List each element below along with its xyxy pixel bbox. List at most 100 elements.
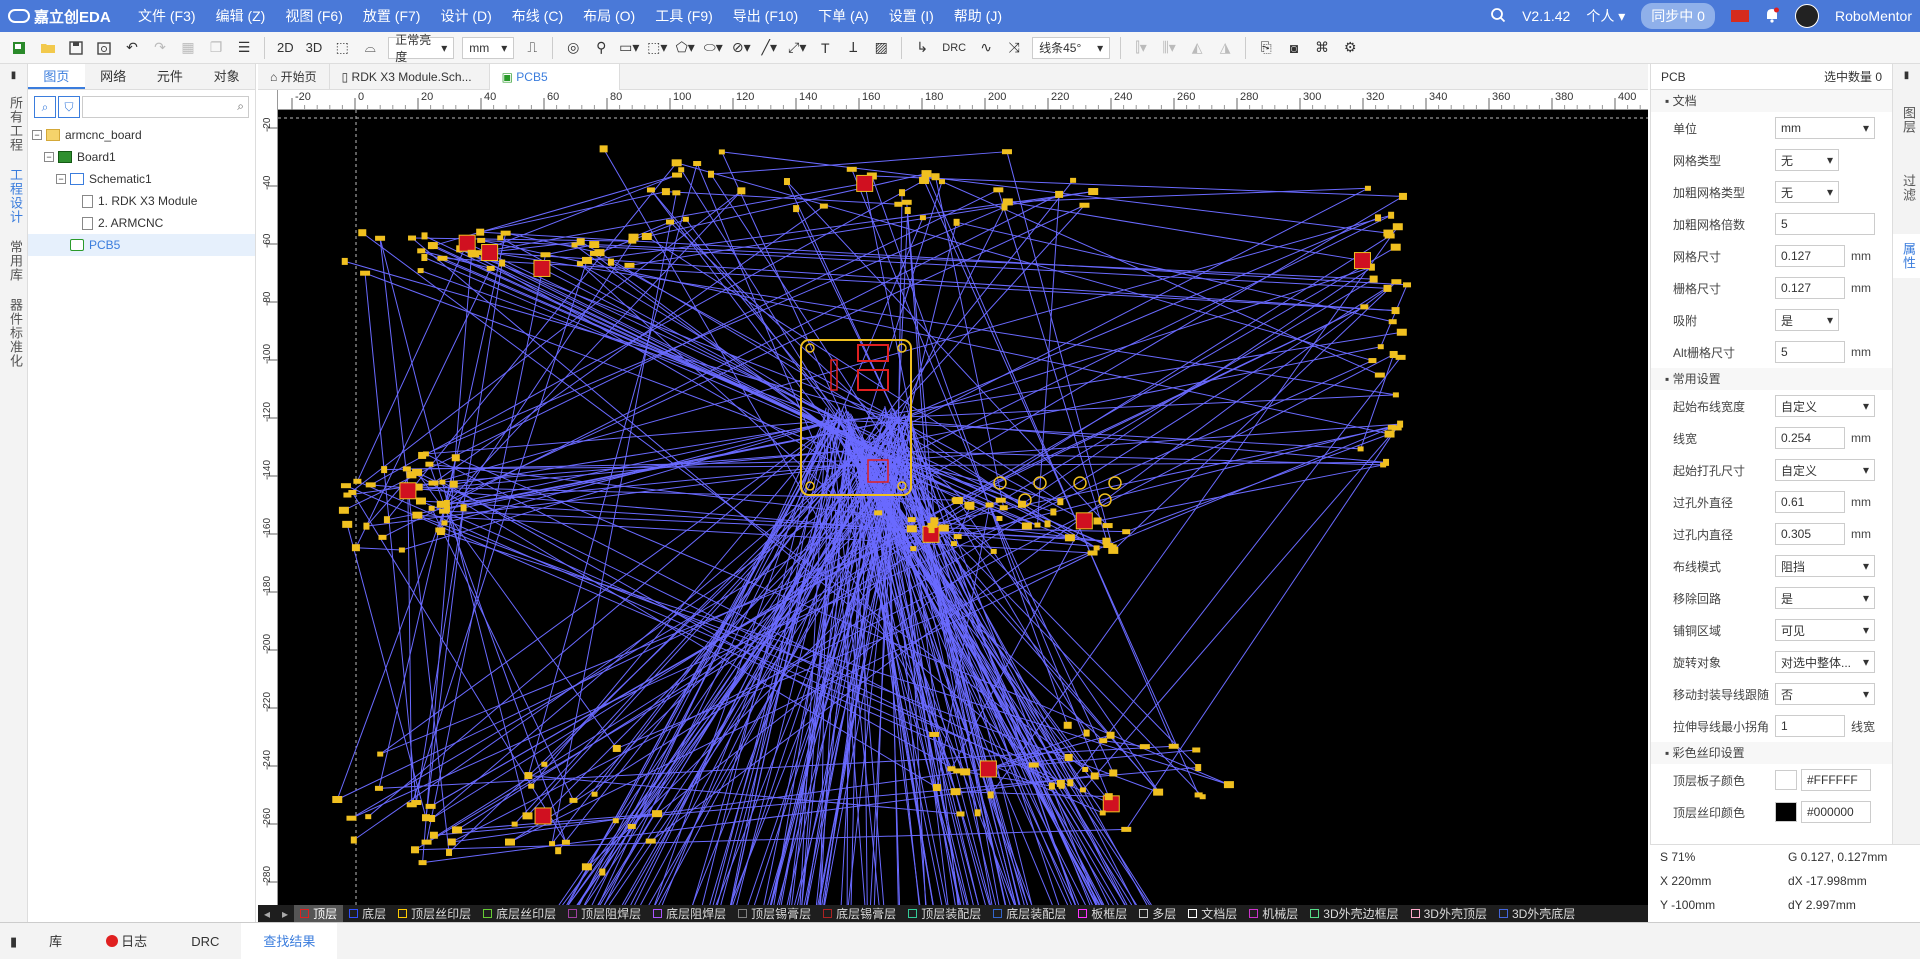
bell-icon[interactable] — [1765, 7, 1779, 26]
new-project-icon[interactable] — [9, 37, 31, 59]
component-pad[interactable] — [783, 178, 790, 186]
component-pad[interactable] — [467, 249, 476, 257]
mounting-hole[interactable] — [1073, 476, 1087, 490]
component-pad[interactable] — [1377, 344, 1384, 350]
component-pad[interactable] — [1168, 743, 1179, 749]
component-footprint[interactable] — [481, 244, 499, 262]
component-pad[interactable] — [1093, 517, 1102, 525]
component-pad[interactable] — [1392, 223, 1403, 231]
component-pad[interactable] — [375, 235, 386, 241]
camera-icon[interactable]: ◙ — [1283, 37, 1305, 59]
component-pad[interactable] — [974, 809, 981, 817]
layer-color-swatch[interactable] — [823, 909, 833, 918]
vtab-properties[interactable]: 属性 — [1893, 234, 1920, 278]
bottom-tab-drc[interactable]: DRC — [169, 923, 241, 959]
component-pad[interactable] — [358, 229, 367, 237]
component-pad[interactable] — [486, 265, 495, 271]
component-pad[interactable] — [360, 270, 371, 276]
component-pad[interactable] — [607, 258, 614, 266]
component-pad[interactable] — [1099, 810, 1106, 816]
color-swatch[interactable] — [1775, 770, 1797, 790]
polygon-icon[interactable]: ⬠▾ — [674, 37, 696, 59]
layer-item[interactable]: 底层装配层 — [987, 905, 1072, 922]
component-footprint[interactable] — [1075, 512, 1093, 530]
property-input[interactable]: 0.254 — [1775, 427, 1845, 449]
property-input[interactable]: 1 — [1775, 715, 1845, 737]
open-folder-icon[interactable] — [37, 37, 59, 59]
component-pad[interactable] — [451, 454, 460, 462]
redo-icon[interactable]: ↷ — [149, 37, 171, 59]
component-pad[interactable] — [1087, 550, 1098, 556]
component-pad[interactable] — [439, 479, 446, 485]
component-pad[interactable] — [904, 207, 911, 215]
component-pad[interactable] — [661, 188, 670, 196]
flip-icon[interactable]: ◭ — [1186, 37, 1208, 59]
component-pad[interactable] — [624, 262, 635, 268]
component-pad[interactable] — [612, 818, 619, 824]
import-icon[interactable]: ⎘ — [1255, 37, 1277, 59]
gear-icon[interactable]: ⚙ — [1339, 37, 1361, 59]
component-pad[interactable] — [408, 235, 417, 241]
menu-export[interactable]: 导出 (F10) — [723, 6, 808, 26]
component-pad[interactable] — [1364, 185, 1371, 191]
collapse-toggle-icon[interactable]: − — [56, 174, 66, 184]
component-pad[interactable] — [1391, 279, 1402, 285]
list-icon[interactable]: ☰ — [233, 37, 255, 59]
component-pad[interactable] — [428, 480, 439, 486]
search-icon[interactable]: ⌕ — [237, 99, 244, 114]
align-icon[interactable]: ⫿▾ — [1130, 37, 1152, 59]
component-pad[interactable] — [1104, 793, 1113, 801]
component-pad[interactable] — [1383, 458, 1390, 466]
component-pad[interactable] — [1001, 203, 1008, 211]
component-pad[interactable] — [1088, 188, 1099, 196]
component-pad[interactable] — [627, 823, 636, 829]
component-pad[interactable] — [561, 839, 570, 845]
component-pad[interactable] — [1390, 243, 1401, 251]
component-pad[interactable] — [1391, 307, 1400, 315]
component-pad[interactable] — [377, 751, 384, 757]
component-pad[interactable] — [951, 497, 962, 503]
component-pad[interactable] — [1199, 794, 1206, 800]
no-entry-icon[interactable]: ⊘▾ — [730, 37, 752, 59]
component-pad[interactable] — [340, 483, 351, 489]
component-pad[interactable] — [652, 810, 663, 818]
menu-help[interactable]: 帮助 (J) — [944, 6, 1012, 26]
component-pad[interactable] — [1374, 372, 1385, 378]
component-pad[interactable] — [477, 237, 486, 243]
text-box-icon[interactable]: Ʇ — [842, 37, 864, 59]
component-pad[interactable] — [953, 218, 960, 226]
component-pad[interactable] — [1106, 731, 1115, 739]
component-pad[interactable] — [406, 471, 417, 479]
component-pad[interactable] — [449, 480, 458, 488]
vtab-component-standardize[interactable]: 器件标准化 — [0, 290, 31, 376]
layer-item[interactable]: 顶层 — [294, 905, 344, 922]
component-pad[interactable] — [931, 173, 940, 181]
component-footprint[interactable] — [979, 760, 997, 778]
component-pad[interactable] — [1064, 534, 1075, 542]
component-footprint[interactable] — [1353, 252, 1371, 270]
component-pad[interactable] — [846, 166, 857, 172]
menu-layout[interactable]: 布局 (O) — [573, 6, 645, 26]
component-pad[interactable] — [793, 205, 800, 213]
save-icon[interactable] — [65, 37, 87, 59]
component-pad[interactable] — [938, 179, 945, 185]
layer-color-swatch[interactable] — [993, 909, 1003, 918]
component-pad[interactable] — [1102, 537, 1111, 545]
property-input[interactable]: 5 — [1775, 341, 1845, 363]
layer-item[interactable]: 顶层锡膏层 — [732, 905, 817, 922]
component-pad[interactable] — [1021, 522, 1032, 530]
component-pad[interactable] — [429, 815, 436, 823]
component-pad[interactable] — [378, 534, 387, 540]
component-pad[interactable] — [421, 839, 432, 845]
component-footprint[interactable] — [399, 482, 417, 500]
component-pad[interactable] — [398, 547, 405, 553]
menu-edit[interactable]: 编辑 (Z) — [206, 6, 276, 26]
component-pad[interactable] — [418, 860, 427, 866]
unit-select[interactable]: mm ▾ — [462, 36, 515, 59]
component-pad[interactable] — [1388, 319, 1397, 325]
component-pad[interactable] — [541, 761, 548, 767]
component-pad[interactable] — [417, 268, 424, 274]
property-input[interactable]: 0.127 — [1775, 245, 1845, 267]
component-pad[interactable] — [346, 815, 357, 821]
distribute-icon[interactable]: ⫼▾ — [1158, 37, 1180, 59]
